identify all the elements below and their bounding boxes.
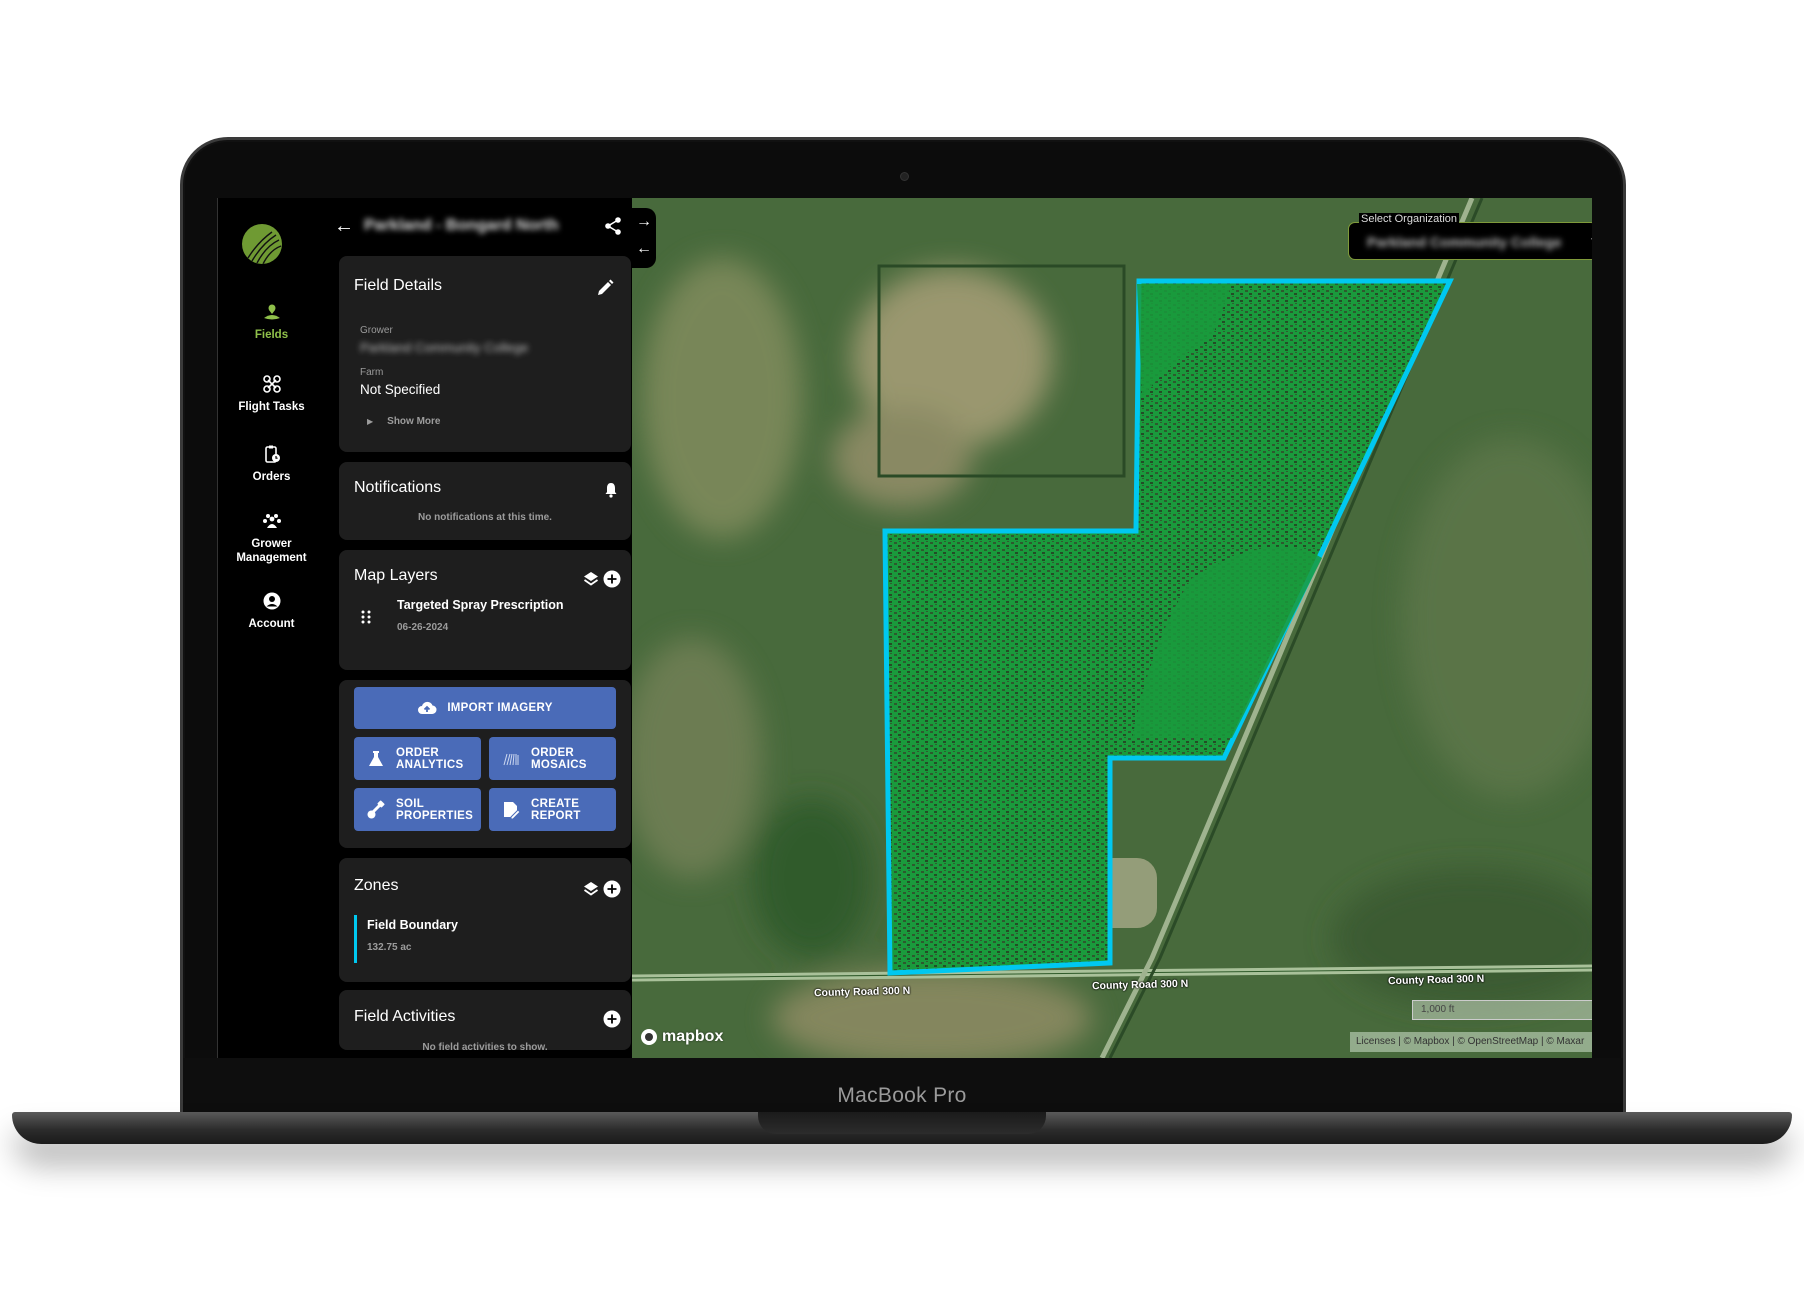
button-label: REPORT	[531, 809, 581, 822]
button-label: ANALYTICS	[396, 758, 464, 771]
org-select-value: Parkland Community College	[1367, 234, 1562, 250]
app-screen: Fields Flight Tasks Orders Grower Manage…	[217, 198, 1592, 1058]
field-panel: ← Parkland - Bongard North Field Details…	[324, 198, 632, 1058]
zone-name: Field Boundary	[367, 918, 458, 932]
add-activity-icon[interactable]	[603, 1010, 621, 1028]
card-title: Field Details	[354, 277, 443, 294]
camera-icon	[900, 172, 909, 181]
nav-rail: Fields Flight Tasks Orders Grower Manage…	[217, 198, 324, 1058]
road-label: County Road 300 N	[813, 984, 911, 1000]
nav-label: Account	[248, 618, 295, 630]
back-arrow-icon[interactable]: ←	[334, 215, 364, 238]
nav-label: Grower	[251, 538, 292, 550]
panel-toggle: → ←	[632, 208, 656, 268]
order-analytics-button[interactable]: ORDER ANALYTICS	[354, 737, 481, 780]
road-label: County Road 300 N	[1091, 977, 1189, 993]
button-label: PROPERTIES	[396, 809, 474, 822]
notifications-card: Notifications No notifications at this t…	[339, 462, 631, 540]
layers-icon[interactable]	[582, 880, 600, 898]
import-imagery-button[interactable]: IMPORT IMAGERY	[354, 687, 616, 729]
drone-icon	[262, 375, 281, 393]
nav-item-account[interactable]: Account	[218, 591, 325, 631]
clipboard-clock-icon	[264, 445, 280, 463]
app-logo[interactable]	[242, 224, 282, 264]
nav-label-line2: Management	[236, 552, 307, 564]
group-icon	[262, 514, 281, 528]
button-label: CREATE	[531, 797, 580, 810]
mapbox-icon	[641, 1029, 657, 1045]
mapbox-logo[interactable]: mapbox	[640, 1028, 723, 1046]
card-title: Zones	[354, 877, 399, 894]
grower-label: Grower	[360, 325, 393, 336]
card-title: Notifications	[354, 479, 442, 496]
order-mosaics-button[interactable]: ORDER MOSAICS	[489, 737, 616, 780]
account-circle-icon	[263, 592, 280, 610]
drag-handle-icon[interactable]	[361, 610, 371, 629]
button-label: IMPORT IMAGERY	[447, 702, 553, 714]
cloud-upload-icon	[418, 701, 437, 715]
laptop-hinge-notch	[758, 1112, 1046, 1134]
collapse-arrow-icon[interactable]: ←	[632, 235, 656, 262]
add-layer-icon[interactable]	[603, 570, 621, 588]
field-name: Parkland - Bongard North	[364, 217, 559, 234]
org-select-label: Select Organization	[1359, 213, 1459, 225]
farm-label: Farm	[360, 367, 384, 378]
grower-value: Parkland Community College	[360, 340, 529, 355]
actions-card: IMPORT IMAGERY ORDER ANALYTICS ORDER MOSAI…	[339, 680, 631, 848]
expand-arrow-icon[interactable]: →	[632, 208, 656, 235]
nav-item-orders[interactable]: Orders	[218, 444, 325, 484]
button-label: SOIL	[396, 797, 425, 810]
farm-value: Not Specified	[360, 382, 441, 397]
caret-right-icon: ▶	[367, 417, 374, 426]
nav-label: Flight Tasks	[238, 401, 305, 413]
device-brand: MacBook Pro	[837, 1084, 967, 1107]
field-activities-card: Field Activities No field activities to …	[339, 990, 631, 1050]
notifications-empty: No notifications at this time.	[418, 512, 552, 523]
map-pin-icon	[263, 304, 280, 320]
mosaic-icon	[503, 753, 519, 765]
soil-properties-button[interactable]: SOIL PROPERTIES	[354, 788, 481, 831]
nav-item-grower-management[interactable]: Grower Management	[218, 511, 325, 565]
device-mockup: Fields Flight Tasks Orders Grower Manage…	[0, 0, 1804, 1304]
field-details-card: Field Details Grower Parkland Community …	[339, 256, 631, 452]
zone-color-bar	[354, 915, 357, 963]
nav-item-fields[interactable]: Fields	[218, 302, 325, 342]
card-title: Field Activities	[354, 1008, 456, 1025]
activities-empty: No field activities to show.	[422, 1042, 548, 1050]
mapbox-wordmark: mapbox	[662, 1028, 724, 1045]
map-layers-card: Map Layers Targeted Spray Prescription 0…	[339, 550, 631, 670]
panel-header: ← Parkland - Bongard North	[334, 212, 624, 240]
edit-pencil-icon[interactable]	[595, 278, 615, 298]
map-attribution[interactable]: Licenses | © Mapbox | © OpenStreetMap | …	[1350, 1032, 1592, 1052]
card-title: Map Layers	[354, 567, 438, 584]
organization-select[interactable]: Select Organization Parkland Community C…	[1348, 213, 1592, 260]
flask-icon	[369, 750, 383, 766]
layer-date: 06-26-2024	[397, 622, 449, 633]
nav-label: Orders	[252, 471, 291, 483]
map-scale-bar: 1,000 ft	[1412, 1000, 1592, 1020]
shovel-icon	[367, 800, 385, 818]
layer-item[interactable]: Targeted Spray Prescription 06-26-2024	[397, 598, 564, 633]
zone-area: 132.75 ac	[367, 942, 412, 953]
show-more-label: Show More	[387, 416, 441, 427]
button-label: MOSAICS	[531, 758, 587, 771]
show-more-toggle[interactable]: ▶ Show More	[367, 416, 441, 427]
layer-name: Targeted Spray Prescription	[397, 598, 564, 612]
create-report-button[interactable]: CREATE REPORT	[489, 788, 616, 831]
nav-label: Fields	[254, 329, 289, 341]
zones-card: Zones Field Boundary 132.75 ac	[339, 858, 631, 982]
add-zone-icon[interactable]	[603, 880, 621, 898]
button-label: ORDER	[531, 746, 575, 759]
report-edit-icon	[504, 801, 521, 819]
map-imagery	[632, 198, 1592, 1058]
button-label: ORDER	[396, 746, 440, 759]
bell-icon[interactable]	[603, 482, 619, 498]
chevron-down-icon: ▼	[1589, 236, 1592, 247]
share-icon[interactable]	[602, 215, 624, 237]
layers-icon[interactable]	[582, 570, 600, 588]
zone-item[interactable]: Field Boundary 132.75 ac	[367, 918, 458, 953]
satellite-map[interactable]: → ← Select Organization Parkland Communi…	[632, 198, 1592, 1058]
nav-item-flight-tasks[interactable]: Flight Tasks	[218, 374, 325, 414]
road-label: County Road 300 N	[1387, 972, 1485, 988]
